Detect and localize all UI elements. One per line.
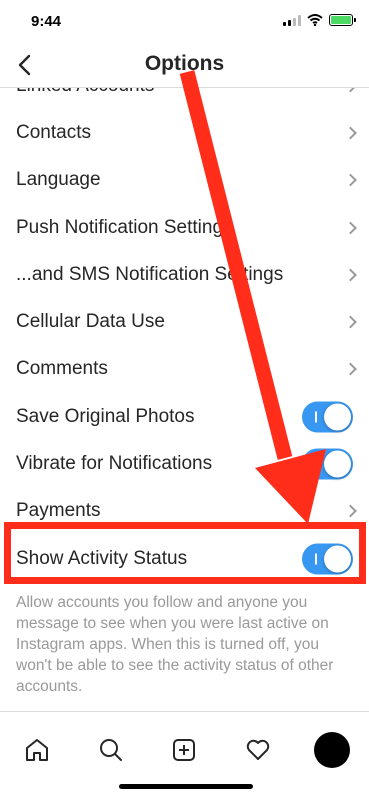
chevron-right-icon (344, 221, 357, 234)
option-label: Cellular Data Use (16, 311, 165, 333)
option-label: Contacts (16, 121, 91, 143)
chevron-right-icon (344, 126, 357, 140)
options-list: Linked AccountsContactsLanguagePush Noti… (0, 62, 369, 582)
option-row-cellular-data-use[interactable]: Cellular Data Use (0, 298, 369, 345)
option-label: Payments (16, 500, 101, 522)
status-bar: 9:44 (0, 0, 369, 44)
option-row-contacts[interactable]: Contacts (0, 109, 369, 156)
option-label: Vibrate for Notifications (16, 453, 213, 475)
option-row-push-notification-settings[interactable]: Push Notification Settings (0, 204, 369, 251)
chevron-right-icon (344, 173, 357, 187)
heart-icon (246, 739, 270, 760)
status-time: 9:44 (31, 13, 62, 30)
option-row-vibrate-for-notifications[interactable]: Vibrate for Notifications (0, 440, 369, 487)
option-row-show-activity-status[interactable]: Show Activity Status (0, 535, 369, 582)
activity-status-description: Allow accounts you follow and anyone you… (16, 594, 334, 695)
chevron-right-icon (344, 268, 357, 282)
toggle-switch[interactable] (302, 448, 353, 480)
toggle-switch[interactable] (302, 401, 353, 433)
option-row-language[interactable]: Language (0, 157, 369, 204)
activity-tab[interactable] (238, 730, 278, 770)
search-icon (100, 739, 122, 761)
option-row-payments[interactable]: Payments (0, 488, 369, 535)
cellular-signal-icon (283, 14, 301, 26)
option-row-save-original-photos[interactable]: Save Original Photos (0, 393, 369, 440)
search-tab[interactable] (91, 730, 131, 770)
option-label: Language (16, 169, 101, 191)
profile-tab[interactable] (312, 730, 352, 770)
option-row-and-sms-notification-settings[interactable]: ...and SMS Notification Settings (0, 251, 369, 298)
option-label: Push Notification Settings (16, 216, 233, 238)
chevron-right-icon (344, 504, 357, 518)
new-post-icon (173, 739, 195, 761)
wifi-icon (307, 14, 323, 26)
chevron-right-icon (344, 315, 357, 329)
option-label: ...and SMS Notification Settings (16, 263, 284, 285)
option-label: Save Original Photos (16, 405, 195, 427)
nav-bar: Options (0, 44, 369, 88)
home-indicator (119, 784, 253, 789)
profile-avatar (314, 732, 350, 768)
option-label: Comments (16, 358, 108, 380)
battery-icon (329, 14, 356, 26)
page-title: Options (144, 52, 225, 75)
new-post-tab[interactable] (164, 730, 204, 770)
toggle-switch[interactable] (302, 543, 353, 575)
status-icons (283, 14, 356, 26)
home-icon (26, 739, 48, 761)
option-row-comments[interactable]: Comments (0, 346, 369, 393)
option-label: Show Activity Status (16, 547, 188, 569)
chevron-right-icon (344, 363, 357, 376)
home-tab[interactable] (17, 730, 57, 770)
